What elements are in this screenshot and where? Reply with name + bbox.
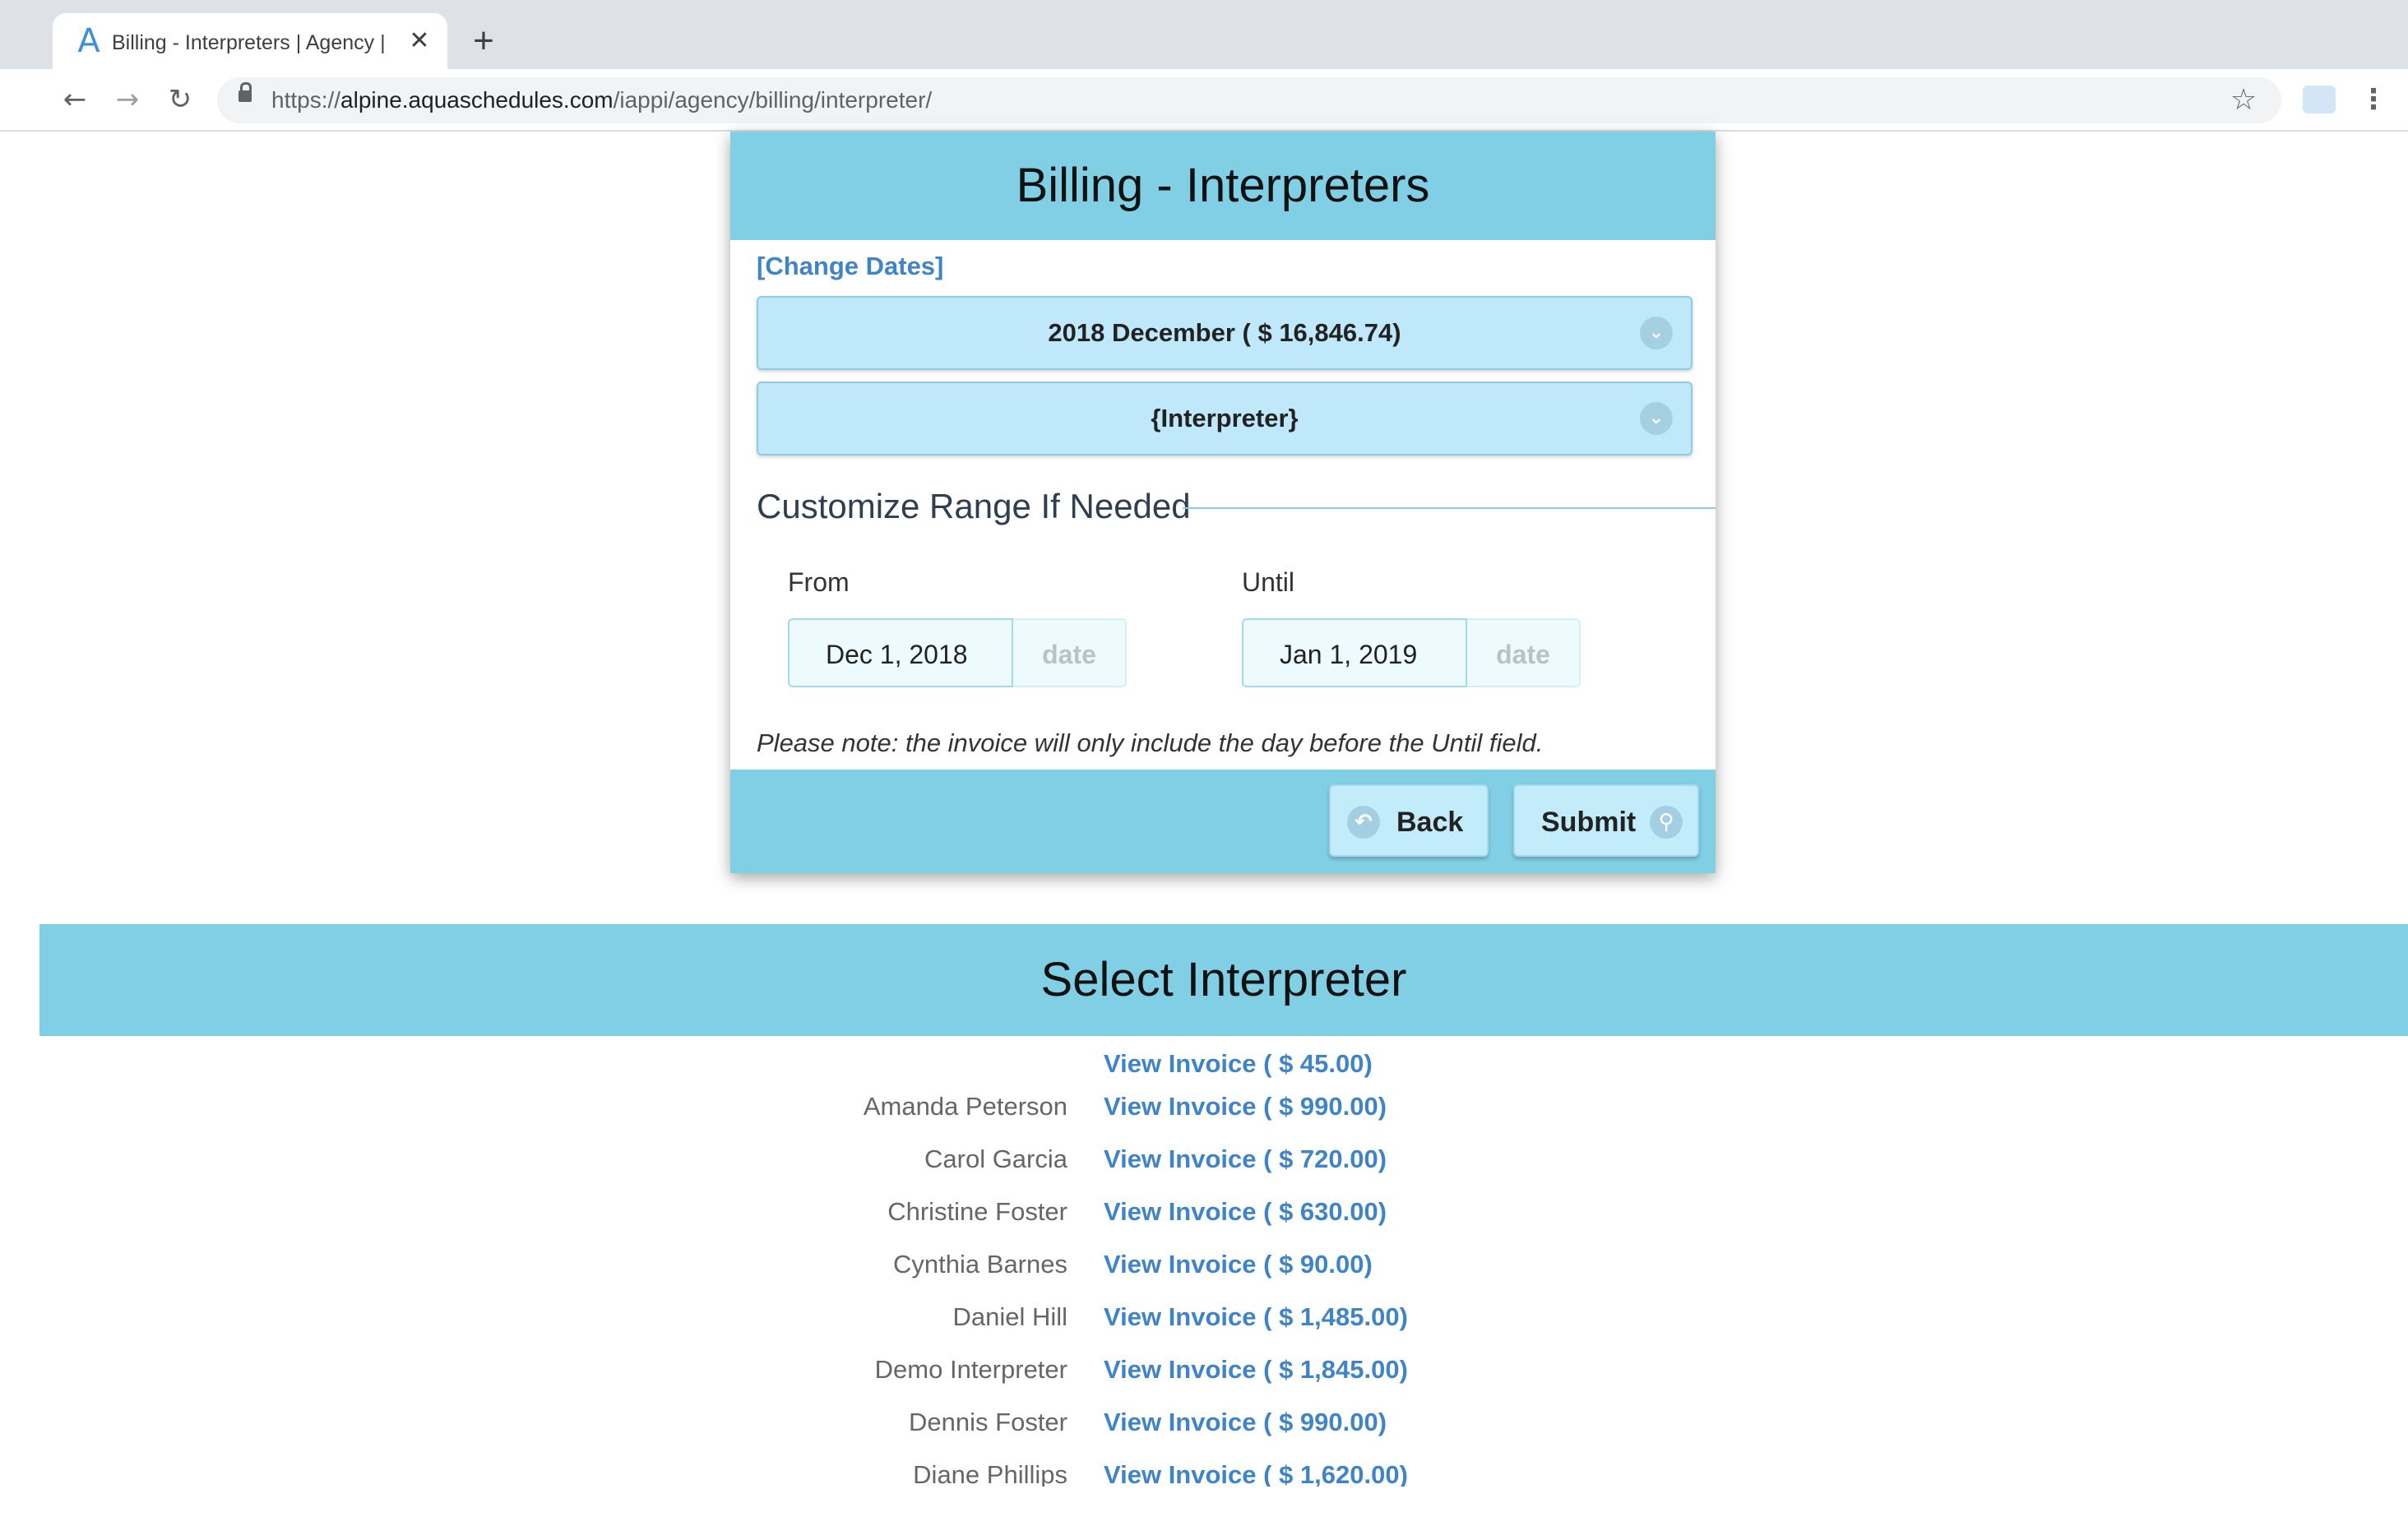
view-invoice-link[interactable]: View Invoice ( $ 1,845.00): [1104, 1343, 1408, 1396]
chevron-down-icon: ⌄: [1640, 317, 1673, 349]
list-item: Daniel Hill View Invoice ( $ 1,485.00): [39, 1291, 2408, 1343]
billing-header: Billing - Interpreters: [730, 132, 1716, 240]
address-bar[interactable]: https://alpine.aquaschedules.com/iappi/a…: [217, 77, 2281, 123]
select-interpreter-header: Select Interpreter: [39, 924, 2408, 1036]
search-icon: ⚲: [1650, 806, 1683, 839]
interpreter-name: Christine Foster: [887, 1197, 1067, 1226]
interpreter-name: Amanda Peterson: [863, 1092, 1067, 1121]
back-button-label: Back: [1396, 807, 1464, 838]
chevron-down-icon: ⌄: [1640, 402, 1673, 435]
until-date-addon[interactable]: date: [1467, 618, 1581, 687]
url-text: https://alpine.aquaschedules.com/iappi/a…: [271, 77, 932, 123]
favicon-icon: A: [77, 22, 100, 60]
list-item: Cynthia Barnes View Invoice ( $ 90.00): [39, 1238, 2408, 1291]
url-host: alpine.aquaschedules.com: [340, 87, 614, 113]
period-select[interactable]: 2018 December ( $ 16,846.74) ⌄: [757, 296, 1693, 370]
view-invoice-link[interactable]: View Invoice ( $ 990.00): [1104, 1080, 1387, 1133]
invoice-note: Please note: the invoice will only inclu…: [757, 728, 1544, 757]
star-icon[interactable]: ☆: [2225, 82, 2262, 118]
forward-arrow-icon[interactable]: →: [109, 81, 146, 118]
back-arrow-icon[interactable]: ←: [56, 81, 94, 118]
from-label: From: [788, 567, 850, 597]
interpreter-list: View Invoice ( $ 45.00) Amanda Peterson …: [39, 1038, 2408, 1487]
page-title: Billing - Interpreters: [1016, 159, 1430, 212]
interpreter-name: Carol Garcia: [924, 1144, 1067, 1173]
billing-footer: ↶ Back Submit ⚲: [730, 770, 1716, 873]
section-title: Select Interpreter: [1040, 953, 1407, 1006]
view-invoice-link[interactable]: View Invoice ( $ 1,485.00): [1104, 1291, 1408, 1343]
back-button[interactable]: ↶ Back: [1329, 784, 1489, 857]
extension-icon[interactable]: [2303, 86, 2336, 113]
list-item: Demo Interpreter View Invoice ( $ 1,845.…: [39, 1343, 2408, 1396]
url-path: /iappi/agency/billing/interpreter/: [613, 87, 933, 113]
interpreter-name: Demo Interpreter: [874, 1355, 1067, 1384]
url-scheme: https://: [271, 87, 341, 113]
tab-title: Billing - Interpreters | Agency |: [112, 31, 386, 54]
interpreter-name: Diane Phillips: [913, 1460, 1067, 1487]
browser-tab[interactable]: A Billing - Interpreters | Agency | ✕: [53, 13, 447, 69]
interpreter-select[interactable]: {Interpreter} ⌄: [757, 382, 1693, 455]
from-date-addon[interactable]: date: [1013, 618, 1127, 687]
submit-button-label: Submit: [1541, 807, 1637, 838]
billing-panel: Billing - Interpreters [Change Dates] 20…: [730, 132, 1716, 873]
browser-toolbar: ← → ↻ https://alpine.aquaschedules.com/i…: [0, 69, 2408, 132]
interpreter-name: Cynthia Barnes: [893, 1250, 1067, 1279]
menu-dots-icon[interactable]: ⋮: [2357, 81, 2390, 118]
close-tab-icon[interactable]: ✕: [403, 25, 436, 58]
view-invoice-link[interactable]: View Invoice ( $ 720.00): [1104, 1133, 1387, 1186]
list-item: Amanda Peterson View Invoice ( $ 990.00): [39, 1080, 2408, 1133]
list-item: Christine Foster View Invoice ( $ 630.00…: [39, 1186, 2408, 1238]
undo-icon: ↶: [1347, 806, 1380, 839]
submit-button[interactable]: Submit ⚲: [1513, 784, 1699, 857]
period-select-value: 2018 December ( $ 16,846.74): [1048, 318, 1401, 347]
lock-icon: [238, 82, 252, 102]
interpreter-select-value: {Interpreter}: [1151, 404, 1299, 432]
legend-divider: [1183, 507, 1716, 509]
list-item: Diane Phillips View Invoice ( $ 1,620.00…: [39, 1449, 2408, 1487]
customize-range-legend: Customize Range If Needed: [757, 487, 1191, 525]
view-invoice-link[interactable]: View Invoice ( $ 90.00): [1104, 1238, 1373, 1291]
view-invoice-link[interactable]: View Invoice ( $ 1,620.00): [1104, 1449, 1408, 1487]
view-invoice-link[interactable]: View Invoice ( $ 630.00): [1104, 1186, 1387, 1238]
until-date-input[interactable]: Jan 1, 2019: [1242, 618, 1467, 687]
from-date-input[interactable]: Dec 1, 2018: [788, 618, 1013, 687]
reload-icon[interactable]: ↻: [161, 81, 199, 118]
change-dates-link[interactable]: [Change Dates]: [757, 248, 943, 284]
interpreter-name: Dennis Foster: [909, 1408, 1067, 1436]
interpreter-name: Daniel Hill: [952, 1302, 1067, 1331]
new-tab-icon[interactable]: +: [464, 21, 503, 61]
list-item: Dennis Foster View Invoice ( $ 990.00): [39, 1396, 2408, 1449]
view-invoice-link[interactable]: View Invoice ( $ 990.00): [1104, 1396, 1387, 1449]
tab-strip: A Billing - Interpreters | Agency | ✕ +: [0, 0, 2408, 69]
list-item: Carol Garcia View Invoice ( $ 720.00): [39, 1133, 2408, 1186]
until-label: Until: [1242, 567, 1295, 597]
